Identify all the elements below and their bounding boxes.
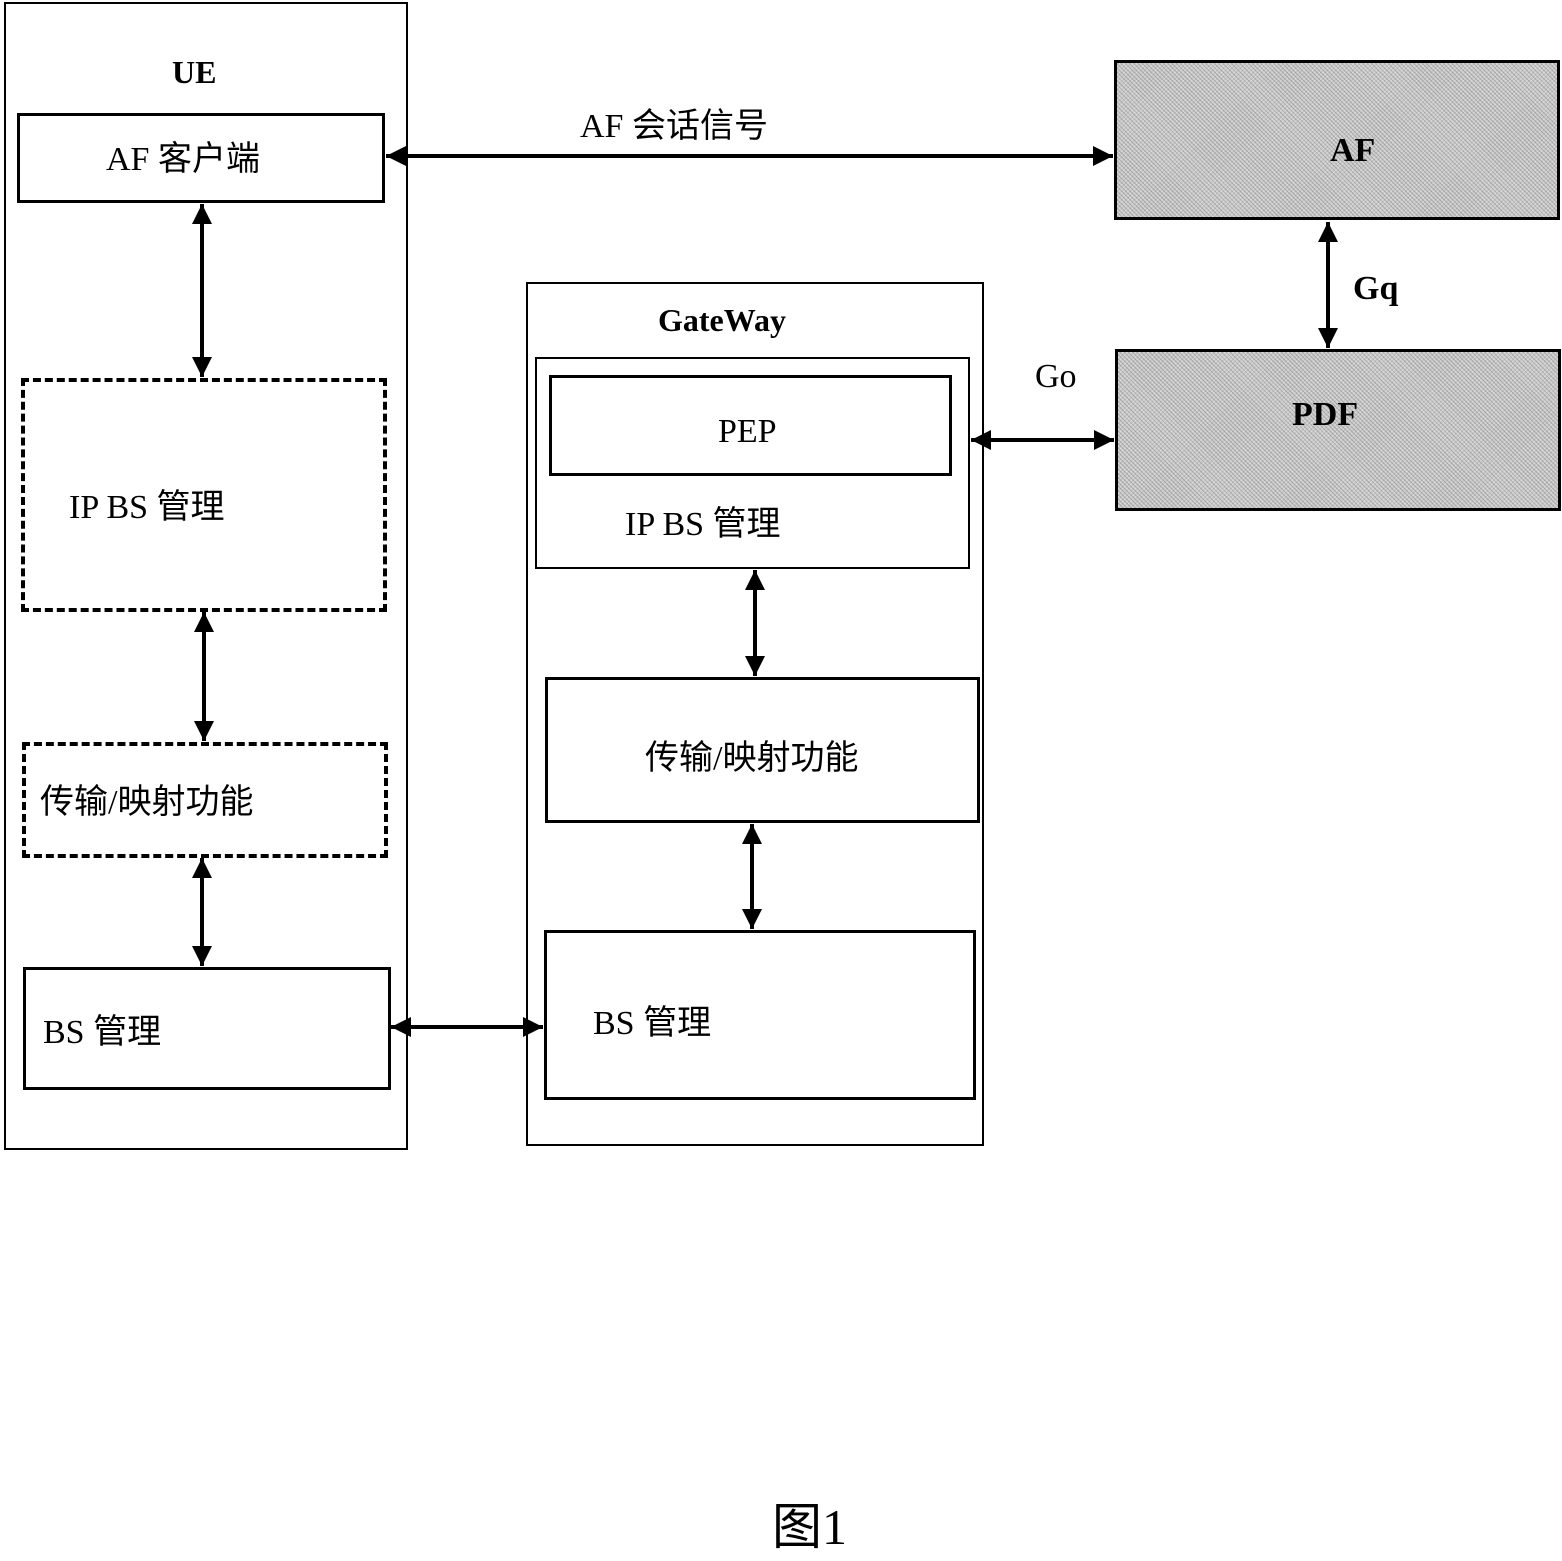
gq-label: Gq xyxy=(1353,270,1399,307)
gateway-bs-mgmt-label: BS 管理 xyxy=(593,1005,712,1042)
figure-caption: 图1 xyxy=(772,1499,847,1555)
ue-bs-mgmt-label: BS 管理 xyxy=(43,1014,162,1051)
gateway-pep-label: PEP xyxy=(718,413,777,450)
gateway-ip-bs-mgmt-label: IP BS 管理 xyxy=(625,506,781,543)
gateway-transport-mapping-label: 传输/映射功能 xyxy=(645,740,859,777)
go-label: Go xyxy=(1035,358,1077,395)
ue-transport-mapping-label: 传输/映射功能 xyxy=(40,784,254,821)
pdf-label: PDF xyxy=(1292,396,1359,433)
gateway-title: GateWay xyxy=(658,302,786,338)
af-label: AF xyxy=(1330,132,1376,169)
ue-ip-bs-mgmt-label: IP BS 管理 xyxy=(69,489,225,526)
ue-title: UE xyxy=(172,54,217,90)
af-session-signal-label: AF 会话信号 xyxy=(580,108,768,145)
ue-af-client-label: AF 客户端 xyxy=(106,141,260,178)
